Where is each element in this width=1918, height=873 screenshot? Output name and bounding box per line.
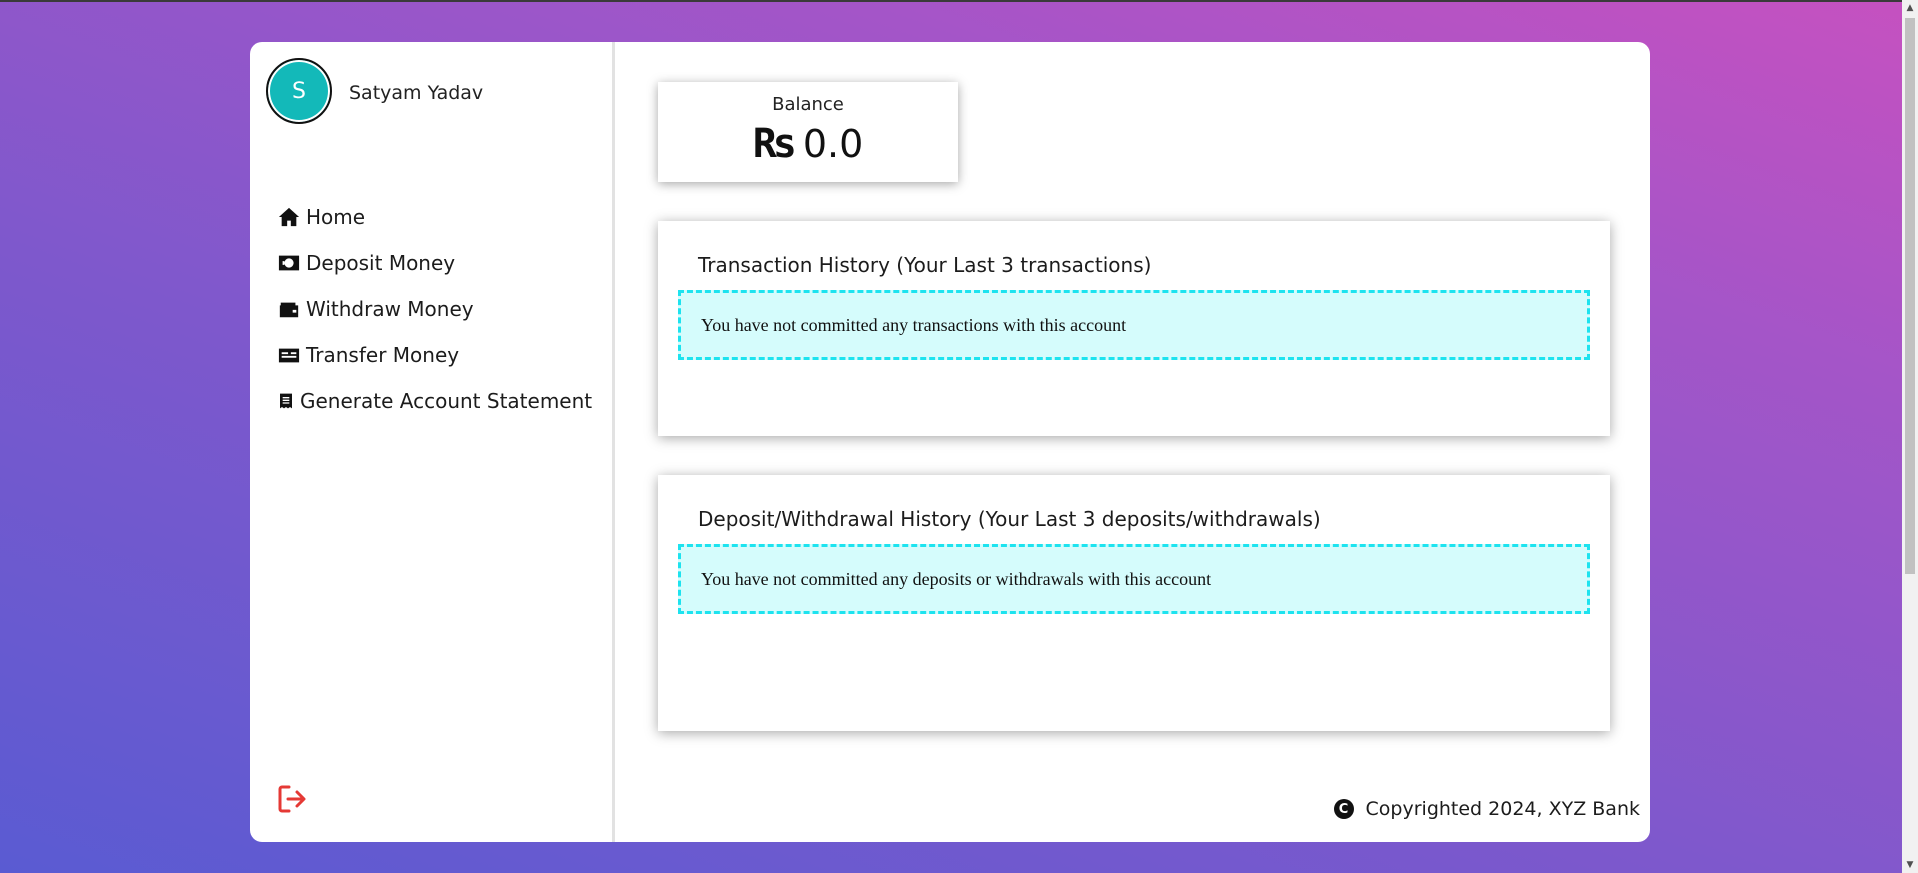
sidebar-item-label: Generate Account Statement [300,389,593,413]
avatar-initial: S [292,78,306,104]
transaction-history-panel: Transaction History (Your Last 3 transac… [658,221,1610,436]
wallet-icon [279,302,299,318]
deposit-withdrawal-history-title: Deposit/Withdrawal History (Your Last 3 … [698,507,1321,531]
sidebar-item-label: Transfer Money [306,343,460,367]
page-scrollbar[interactable]: ▲ ▼ [1902,0,1918,873]
logout-icon[interactable] [276,783,308,815]
scroll-up-arrow-icon[interactable]: ▲ [1902,0,1918,16]
sidebar: S Satyam Yadav Home Deposit Money Withdr… [250,42,615,842]
window-top-border [0,0,1918,2]
id-card-icon [278,348,300,363]
scroll-down-arrow-icon[interactable]: ▼ [1902,857,1918,873]
copyright-icon: C [1333,799,1354,819]
home-icon [278,207,300,227]
sidebar-item-generate-account-statement[interactable]: Generate Account Statement [278,378,592,424]
footer-text: Copyrighted 2024, XYZ Bank [1365,798,1640,820]
balance-value: Rs 0.0 [658,121,958,167]
sidebar-nav: Home Deposit Money Withdraw Money Transf… [278,194,592,424]
sidebar-item-deposit-money[interactable]: Deposit Money [278,240,592,286]
app-card: S Satyam Yadav Home Deposit Money Withdr… [250,42,1650,842]
user-name: Satyam Yadav [349,82,484,104]
scroll-thumb[interactable] [1905,18,1915,574]
balance-title: Balance [772,94,844,115]
sidebar-item-label: Withdraw Money [306,297,474,321]
balance-card: Balance Rs 0.0 [658,82,958,182]
sidebar-item-transfer-money[interactable]: Transfer Money [278,332,592,378]
sidebar-item-label: Deposit Money [306,251,456,275]
balance-amount: 0.0 [802,122,864,166]
transaction-history-title: Transaction History (Your Last 3 transac… [698,253,1152,277]
transaction-empty-notice: You have not committed any transactions … [678,290,1590,360]
sidebar-item-label: Home [306,205,366,229]
deposit-withdrawal-history-panel: Deposit/Withdrawal History (Your Last 3 … [658,475,1610,731]
footer: C Copyrighted 2024, XYZ Bank [1333,798,1640,820]
money-bill-icon [278,255,300,271]
receipt-icon [280,393,292,409]
avatar: S [266,58,332,124]
sidebar-item-withdraw-money[interactable]: Withdraw Money [278,286,592,332]
deposit-withdrawal-empty-notice: You have not committed any deposits or w… [678,544,1590,614]
sidebar-item-home[interactable]: Home [278,194,592,240]
currency-symbol: Rs [752,121,797,167]
